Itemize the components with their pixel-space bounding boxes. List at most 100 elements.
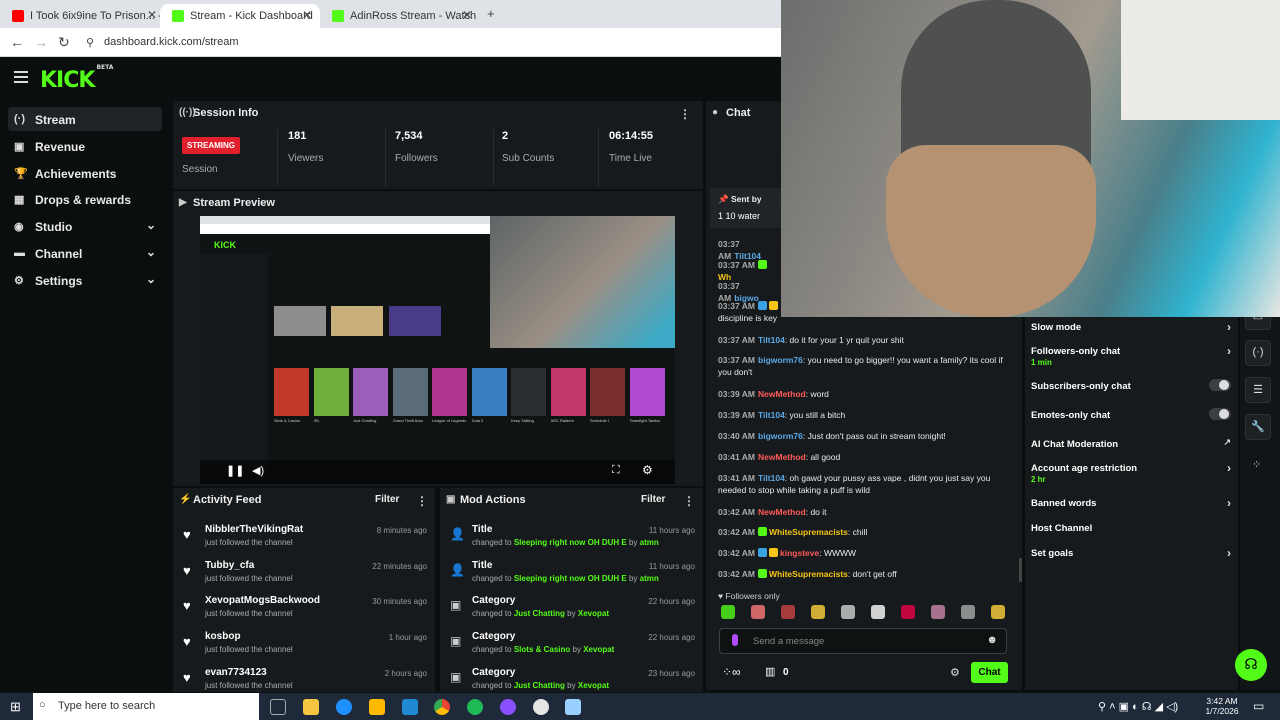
file-explorer-icon[interactable] xyxy=(303,699,319,715)
emote-icon[interactable] xyxy=(841,605,855,619)
mod-action-item[interactable]: ▣ Category changed to Slots & Casino by Xe… xyxy=(450,629,695,661)
sidebar-item-channel[interactable]: ▬ Channel ⌄ xyxy=(8,241,162,265)
volume-icon[interactable]: ◀) xyxy=(252,464,264,477)
emoji-icon[interactable]: ☻ xyxy=(986,634,998,646)
activity-item[interactable]: ♥ NibblerTheVikingRat just followed the ch… xyxy=(183,522,433,554)
filter-button[interactable]: Filter xyxy=(641,494,665,505)
browser-tab-kick-dashboard[interactable]: Stream - Kick Dashboard ✕ xyxy=(160,4,320,28)
mail-icon[interactable] xyxy=(402,699,418,715)
broadcast-rail-button[interactable]: (·) xyxy=(1245,340,1271,366)
notification-icon[interactable]: ▭ xyxy=(1253,699,1264,713)
sidebar-item-settings[interactable]: ⚙ Settings ⌄ xyxy=(8,268,162,292)
chat-username[interactable]: Tilt104 xyxy=(758,410,785,420)
setting-subscribers-only-chat[interactable]: Subscribers-only chat xyxy=(1031,379,1231,392)
chat-username[interactable]: Tilt104 xyxy=(758,335,785,345)
app-icon[interactable] xyxy=(533,699,549,715)
edge-icon[interactable] xyxy=(336,699,352,715)
filter-button[interactable]: Filter xyxy=(375,494,399,505)
back-icon[interactable]: ← xyxy=(10,34,24,50)
emote-icon[interactable] xyxy=(871,605,885,619)
setting-set-goals[interactable]: Set goals › xyxy=(1031,546,1231,560)
chat-username[interactable]: WhiteSupremacists xyxy=(769,569,848,579)
gear-icon[interactable]: ⚙ xyxy=(642,463,653,477)
obs-icon[interactable] xyxy=(500,699,516,715)
setting-followers-only-chat[interactable]: Followers-only chat 1 min › xyxy=(1031,344,1231,367)
support-button[interactable]: ☊ xyxy=(1235,649,1267,681)
mod-action-item[interactable]: 👤 Title changed to Sleeping right now OH D… xyxy=(450,522,695,554)
setting-ai-chat-moderation[interactable]: AI Chat Moderation ↗ xyxy=(1031,437,1231,450)
chevron-right-icon[interactable]: › xyxy=(1227,496,1231,510)
emote-icon[interactable] xyxy=(901,605,915,619)
sidebar-item-revenue[interactable]: ▣ Revenue xyxy=(8,134,162,158)
mod-action-user[interactable]: Xevopat xyxy=(583,645,614,654)
setting-emotes-only-chat[interactable]: Emotes-only chat xyxy=(1031,408,1231,421)
setting-host-channel[interactable]: Host Channel xyxy=(1031,523,1231,534)
activity-username[interactable]: kosbop xyxy=(205,631,241,642)
close-icon[interactable]: ✕ xyxy=(462,8,472,22)
windows-start-icon[interactable]: ⊞ xyxy=(10,699,21,715)
activity-username[interactable]: NibblerTheVikingRat xyxy=(205,524,303,535)
chevron-right-icon[interactable]: › xyxy=(1227,320,1231,334)
tray-icons[interactable]: ⚲ ˄ ▣ ◐ ☊ ◢ ◁) xyxy=(1098,700,1178,713)
taskbar-search[interactable]: ○ Type here to search xyxy=(33,693,259,720)
chat-scrollbar[interactable] xyxy=(1019,558,1022,582)
menu-icon[interactable] xyxy=(14,71,28,86)
activity-username[interactable]: evan7734123 xyxy=(205,667,267,678)
more-options-icon[interactable]: ⋮ xyxy=(679,107,691,121)
wrench-rail-button[interactable]: 🔧 xyxy=(1245,414,1271,440)
forward-icon[interactable]: → xyxy=(34,34,48,50)
browser-tab-youtube[interactable]: I Took 6ix9ine To Prison... - YouTube ✕ xyxy=(0,4,165,28)
gear-icon[interactable]: ⚙ xyxy=(950,666,960,679)
setting-account-age-restriction[interactable]: Account age restriction 2 hr › xyxy=(1031,461,1231,484)
chat-username[interactable]: WhiteSupremacists xyxy=(769,527,848,537)
toggle-switch[interactable] xyxy=(1209,408,1231,420)
chat-input[interactable]: Send a message ☻ xyxy=(719,628,1007,654)
activity-username[interactable]: XevopatMogsBackwood xyxy=(205,595,320,606)
mod-action-user[interactable]: Xevopat xyxy=(578,681,609,690)
site-info-icon[interactable]: ⚲ xyxy=(86,36,94,49)
chevron-down-icon[interactable]: ⌄ xyxy=(146,218,156,232)
url-field[interactable]: dashboard.kick.com/stream xyxy=(104,36,239,48)
emote-icon[interactable] xyxy=(931,605,945,619)
chat-username[interactable]: bigworm76 xyxy=(758,431,803,441)
kick-logo[interactable]: KICKBETA xyxy=(40,64,113,93)
chat-username[interactable]: kingsteve xyxy=(780,548,819,558)
mod-action-item[interactable]: 👤 Title changed to Sleeping right now OH D… xyxy=(450,558,695,590)
sidebar-item-drops-rewards[interactable]: ▦ Drops & rewards xyxy=(8,187,162,211)
pinned-message[interactable]: 📌 Sent by 1 10 water xyxy=(710,188,785,228)
emote-icon[interactable] xyxy=(961,605,975,619)
fullscreen-icon[interactable]: ⛶ xyxy=(612,464,620,477)
list-rail-button[interactable]: ☰ xyxy=(1245,377,1271,403)
stream-preview-video[interactable]: KICK Slots & Casino IRL Just Chatting Grand… xyxy=(200,216,675,484)
chat-send-button[interactable]: Chat xyxy=(971,662,1008,683)
mod-action-user[interactable]: atmn xyxy=(640,574,659,583)
app-icon[interactable] xyxy=(565,699,581,715)
taskbar-clock[interactable]: 3:42 AM 1/7/2026 xyxy=(1205,696,1239,716)
reload-icon[interactable]: ↻ xyxy=(58,34,70,51)
activity-username[interactable]: Tubby_cfa xyxy=(205,560,254,571)
preview-controls[interactable]: ❚❚ ◀) ⛶ ⚙ xyxy=(200,460,675,484)
activity-item[interactable]: ♥ evan7734123 just followed the channel 2 h… xyxy=(183,665,433,697)
activity-item[interactable]: ♥ XevopatMogsBackwood just followed the ch… xyxy=(183,593,433,625)
task-view-icon[interactable] xyxy=(270,699,286,715)
spotify-icon[interactable] xyxy=(467,699,483,715)
emote-icon[interactable] xyxy=(781,605,795,619)
activity-item[interactable]: ♥ kosbop just followed the channel 1 hour a… xyxy=(183,629,433,661)
close-icon[interactable]: ✕ xyxy=(302,8,312,22)
mic-icon[interactable] xyxy=(732,634,738,646)
chevron-right-icon[interactable]: › xyxy=(1227,546,1231,560)
chevron-right-icon[interactable]: › xyxy=(1227,461,1231,475)
store-icon[interactable] xyxy=(369,699,385,715)
mod-action-item[interactable]: ▣ Category changed to Just Chatting by Xev… xyxy=(450,593,695,625)
emote-icon[interactable] xyxy=(811,605,825,619)
sidebar-item-studio[interactable]: ◉ Studio ⌄ xyxy=(8,214,162,238)
chat-username[interactable]: Tilt104 xyxy=(758,473,785,483)
sidebar-item-achievements[interactable]: 🏆 Achievements xyxy=(8,161,162,185)
mod-action-item[interactable]: ▣ Category changed to Just Chatting by Xev… xyxy=(450,665,695,697)
mod-action-user[interactable]: atmn xyxy=(640,538,659,547)
new-tab-button[interactable]: + xyxy=(487,6,495,21)
mod-action-user[interactable]: Xevopat xyxy=(578,609,609,618)
chat-username[interactable]: NewMethod xyxy=(758,452,806,462)
chat-username[interactable]: bigworm76 xyxy=(758,355,803,365)
chat-username[interactable]: NewMethod xyxy=(758,507,806,517)
